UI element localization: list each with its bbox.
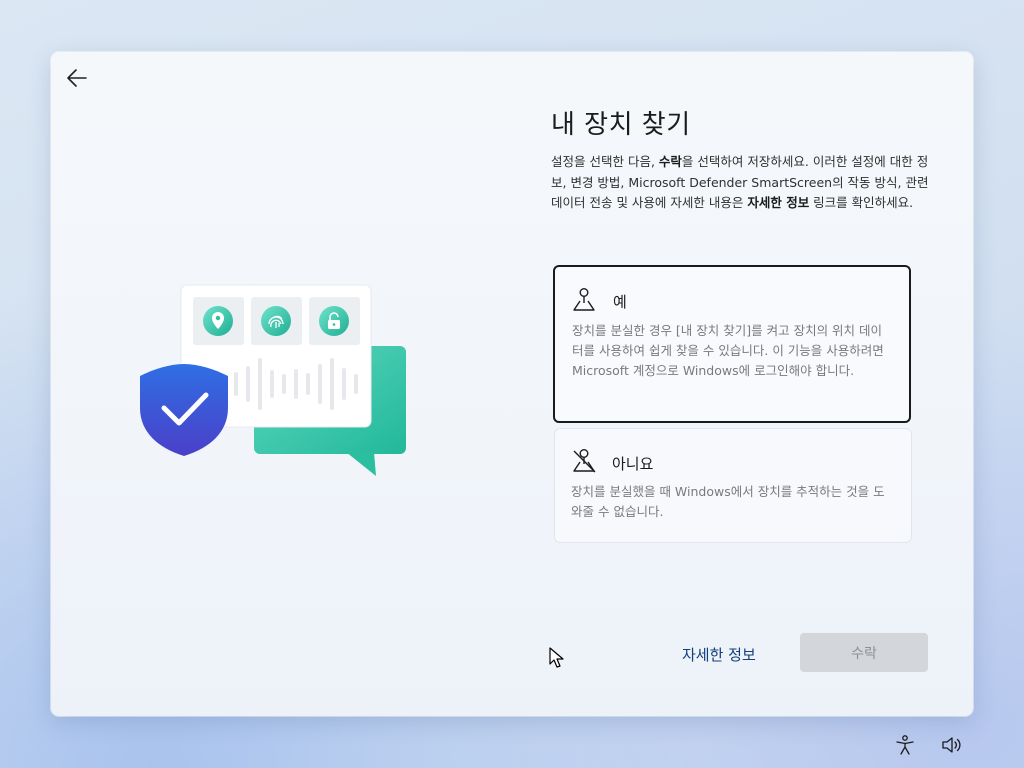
- find-device-illustration: [136, 282, 416, 482]
- page-title: 내 장치 찾기: [551, 110, 691, 140]
- back-arrow-icon: [67, 69, 87, 87]
- back-button[interactable]: [63, 64, 91, 92]
- option-yes-label: 예: [613, 293, 627, 311]
- option-yes[interactable]: 예 장치를 분실한 경우 [내 장치 찾기]를 켜고 장치의 위치 데이터를 사…: [553, 265, 911, 423]
- oobe-window: 내 장치 찾기 설정을 선택한 다음, 수락을 선택하여 저장하세요. 이러한 …: [51, 52, 973, 716]
- shield-check-icon: [140, 364, 228, 456]
- learn-more-link[interactable]: 자세한 정보: [682, 644, 756, 665]
- volume-icon[interactable]: [941, 735, 963, 755]
- location-on-icon: [573, 288, 595, 311]
- accept-button[interactable]: 수락: [800, 633, 928, 672]
- fingerprint-icon: [261, 306, 291, 336]
- option-no-label: 아니요: [612, 455, 654, 473]
- location-off-icon: [573, 449, 596, 473]
- unlock-icon: [319, 306, 349, 336]
- option-yes-description: 장치를 분실한 경우 [내 장치 찾기]를 켜고 장치의 위치 데이터를 사용하…: [572, 323, 884, 378]
- option-no-description: 장치를 분실했을 때 Windows에서 장치를 추적하는 것을 도와줄 수 없…: [571, 484, 885, 519]
- page-description: 설정을 선택한 다음, 수락을 선택하여 저장하세요. 이러한 설정에 대한 정…: [551, 154, 929, 210]
- option-no[interactable]: 아니요 장치를 분실했을 때 Windows에서 장치를 추적하는 것을 도와줄…: [554, 428, 912, 543]
- mouse-cursor-icon: [549, 647, 564, 668]
- map-pin-icon: [203, 306, 233, 336]
- accessibility-icon[interactable]: [894, 734, 916, 756]
